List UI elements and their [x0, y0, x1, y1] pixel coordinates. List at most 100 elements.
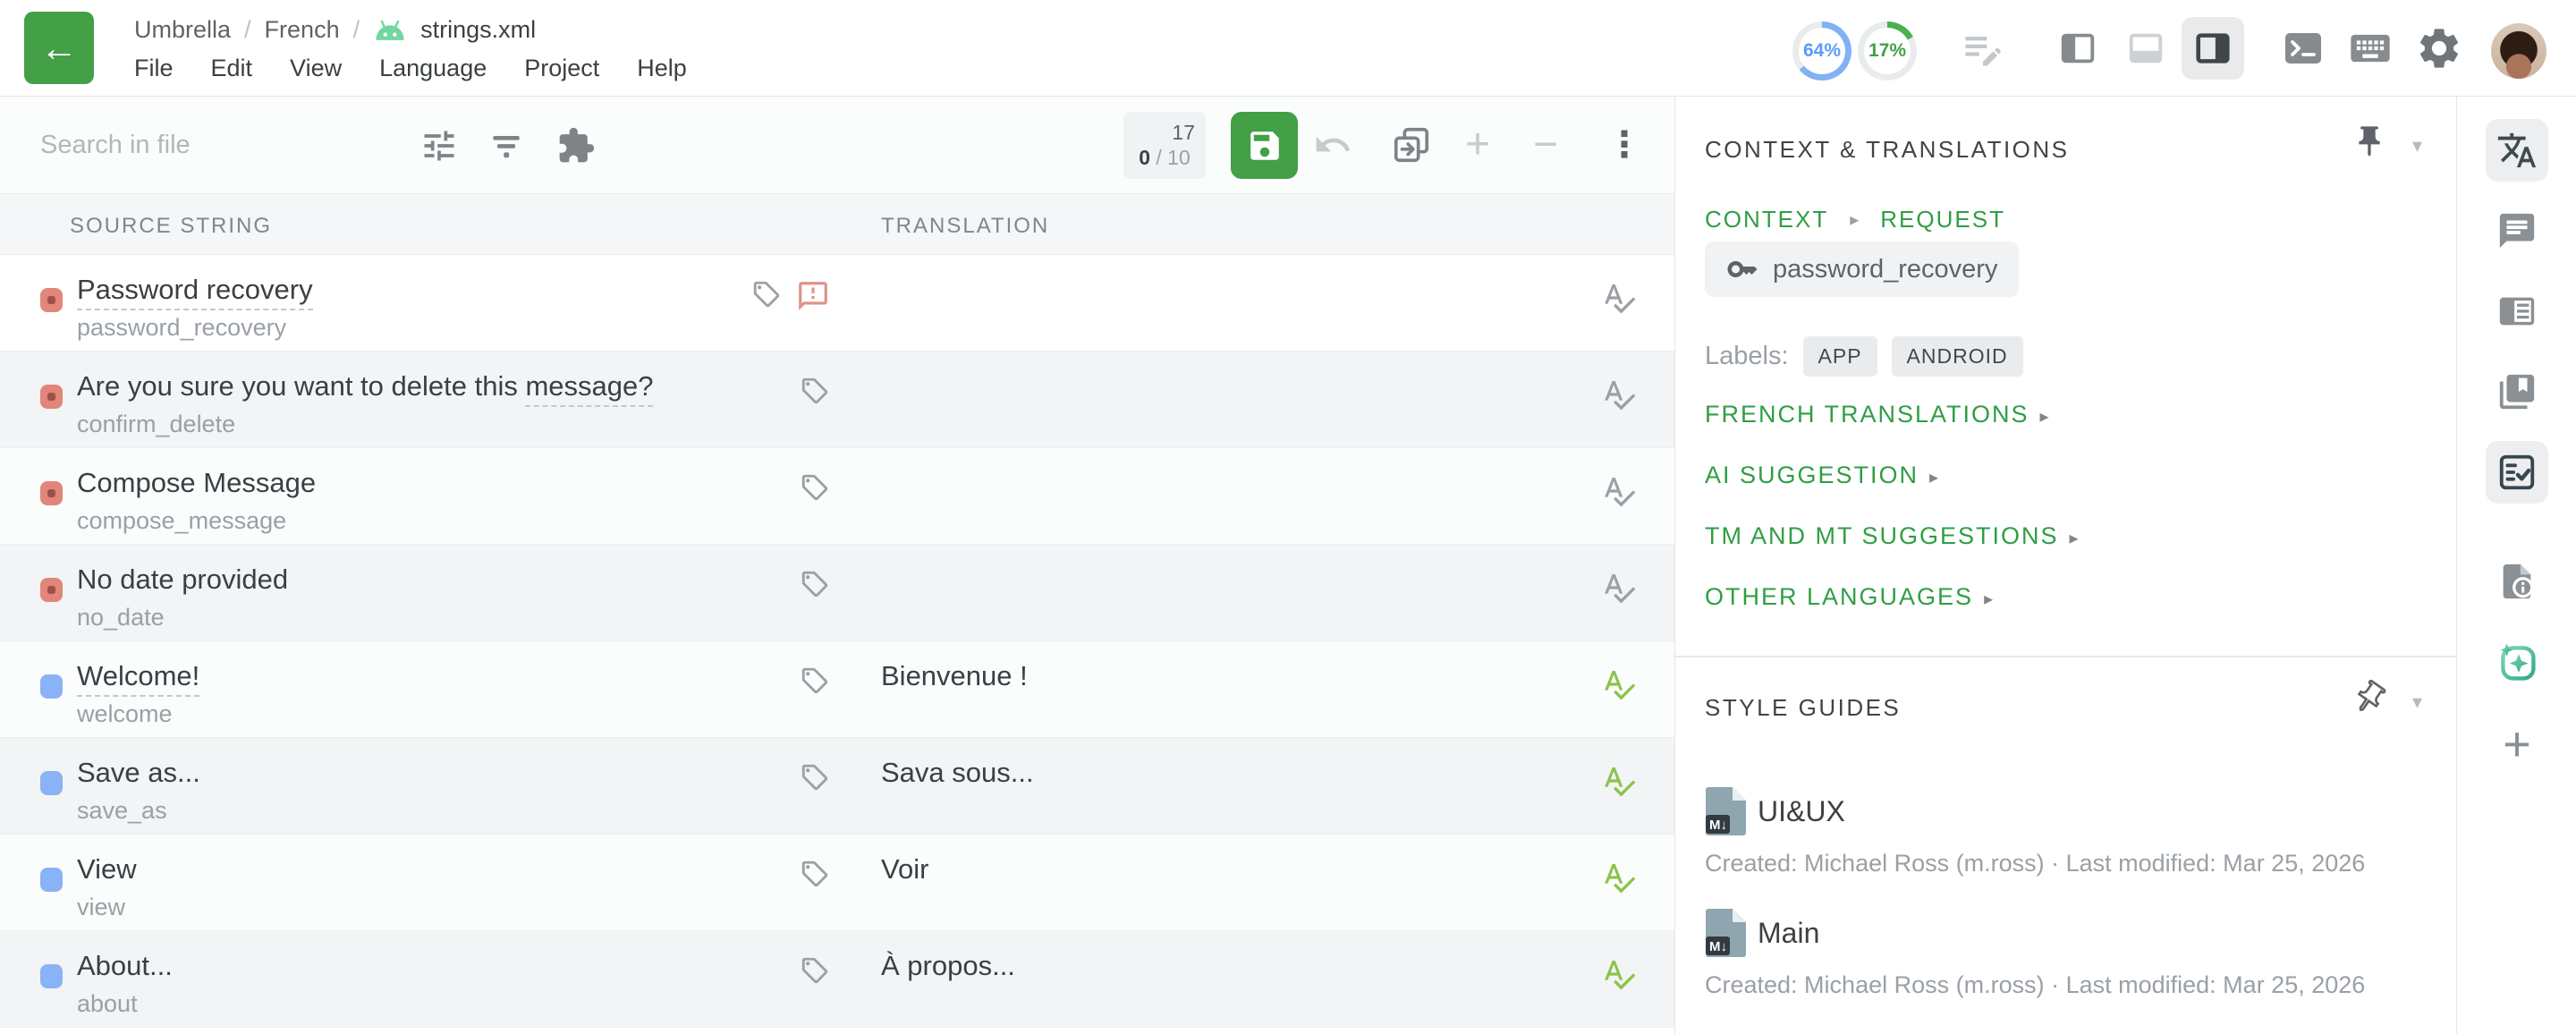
filter-icon[interactable]: [485, 124, 528, 167]
string-key-chip[interactable]: password_recovery: [1705, 242, 2019, 297]
apply-copy-button[interactable]: [1388, 122, 1435, 168]
chevron-down-icon[interactable]: ▾: [2412, 691, 2422, 714]
menu-view[interactable]: View: [290, 55, 342, 82]
tag-icon[interactable]: [800, 376, 830, 406]
status-bullet-translated: [40, 674, 63, 699]
menu-file[interactable]: File: [134, 55, 174, 82]
remove-row-button[interactable]: −: [1522, 122, 1569, 168]
table-row[interactable]: Save as... save_as Sava sous...: [0, 738, 1674, 835]
chevron-down-icon[interactable]: ▾: [2412, 134, 2422, 157]
panel-right-toggle-icon[interactable]: [2182, 0, 2244, 97]
tag-icon[interactable]: [800, 472, 830, 503]
kebab-icon: ⋮: [1606, 124, 1642, 165]
tune-sliders-icon[interactable]: [418, 124, 461, 167]
more-menu-button[interactable]: ⋮: [1601, 122, 1648, 168]
label-chip-android[interactable]: ANDROID: [1892, 336, 2023, 377]
style-guide-name[interactable]: UI&UX: [1758, 795, 1845, 828]
table-row[interactable]: No date provided no_date: [0, 545, 1674, 641]
panel-left-toggle-icon[interactable]: [2046, 0, 2109, 97]
settings-gear-icon[interactable]: [2408, 0, 2470, 97]
status-bullet-translated: [40, 868, 63, 892]
markdown-file-icon[interactable]: M↓: [1705, 909, 1746, 957]
glossary-books-icon[interactable]: [2486, 360, 2548, 423]
tag-icon[interactable]: [800, 762, 830, 792]
menu-project[interactable]: Project: [524, 55, 599, 82]
translation-cell[interactable]: Voir: [881, 853, 928, 886]
comment-alert-icon[interactable]: [796, 279, 830, 313]
spellcheck-icon[interactable]: [1601, 570, 1637, 606]
table-row[interactable]: Welcome! welcome Bienvenue !: [0, 641, 1674, 738]
pin-outline-icon[interactable]: [2351, 680, 2387, 716]
progress-ring-translated[interactable]: 17%: [1858, 21, 1917, 81]
table-row[interactable]: Password recovery password_recovery: [0, 255, 1674, 352]
table-row[interactable]: Compose Message compose_message: [0, 448, 1674, 545]
status-bullet-translated: [40, 964, 63, 988]
comments-icon[interactable]: [2486, 199, 2548, 262]
key-icon: [1726, 253, 1758, 285]
terminal-icon[interactable]: [2272, 0, 2334, 97]
translation-cell[interactable]: Sava sous...: [881, 757, 1034, 789]
tasks-checklist-icon[interactable]: [2486, 441, 2548, 504]
string-key: password_recovery: [77, 314, 286, 342]
spellcheck-icon[interactable]: [1601, 763, 1637, 799]
label-chip-app[interactable]: APP: [1803, 336, 1877, 377]
spellcheck-icon[interactable]: [1601, 280, 1637, 316]
source-string: No date provided: [77, 564, 288, 596]
tag-icon[interactable]: [800, 859, 830, 889]
ai-sparkle-icon[interactable]: [2486, 631, 2548, 693]
string-key: save_as: [77, 797, 167, 825]
progress-ring-source[interactable]: 64%: [1792, 21, 1852, 81]
spellcheck-icon[interactable]: [1601, 666, 1637, 702]
tag-icon[interactable]: [800, 665, 830, 696]
editor-toolbar: 17 0 / 10 + − ⋮: [0, 97, 1674, 194]
breadcrumb-separator: /: [353, 16, 360, 44]
save-button[interactable]: [1231, 112, 1298, 179]
section-ai-suggestion[interactable]: AI SUGGESTION▸: [1705, 462, 1940, 489]
menu-help[interactable]: Help: [637, 55, 687, 82]
markdown-file-icon[interactable]: M↓: [1705, 787, 1746, 835]
menu-edit[interactable]: Edit: [211, 55, 253, 82]
keyboard-icon[interactable]: [2339, 0, 2402, 97]
breadcrumb-file: strings.xml: [420, 16, 536, 44]
panel-bottom-toggle-icon[interactable]: [2114, 0, 2177, 97]
pin-icon[interactable]: [2351, 123, 2387, 159]
spellcheck-icon[interactable]: [1601, 377, 1637, 412]
table-row[interactable]: About... about À propos...: [0, 931, 1674, 1028]
chevron-right-icon: ▸: [1850, 208, 1859, 231]
tag-icon[interactable]: [800, 569, 830, 599]
search-input[interactable]: [40, 123, 380, 166]
tag-icon[interactable]: [751, 279, 782, 313]
tab-context[interactable]: CONTEXT: [1705, 206, 1828, 233]
file-info-icon[interactable]: [2486, 550, 2548, 613]
menu-bar: File Edit View Language Project Help: [134, 55, 687, 82]
draft-edit-icon[interactable]: [1952, 0, 2014, 97]
breadcrumb-language[interactable]: French: [265, 16, 340, 44]
section-french-translations[interactable]: FRENCH TRANSLATIONS▸: [1705, 401, 2051, 428]
table-row[interactable]: View view Voir: [0, 835, 1674, 931]
style-guide-name[interactable]: Main: [1758, 917, 1819, 950]
table-row[interactable]: Are you sure you want to delete this mes…: [0, 352, 1674, 448]
section-other-languages[interactable]: OTHER LANGUAGES▸: [1705, 583, 1995, 611]
add-new-icon[interactable]: +: [2486, 713, 2548, 776]
translation-cell[interactable]: Bienvenue !: [881, 660, 1028, 692]
string-key: compose_message: [77, 507, 286, 535]
extension-puzzle-icon[interactable]: [555, 124, 597, 167]
spellcheck-icon[interactable]: [1601, 956, 1637, 992]
reader-card-icon[interactable]: [2486, 280, 2548, 343]
string-key: no_date: [77, 604, 165, 631]
tab-request[interactable]: REQUEST: [1880, 206, 2005, 233]
translate-icon[interactable]: [2486, 119, 2548, 182]
counter-done: 0 / 10: [1134, 145, 1195, 170]
user-avatar[interactable]: [2491, 23, 2546, 79]
section-tm-mt-suggestions[interactable]: TM AND MT SUGGESTIONS▸: [1705, 522, 2080, 550]
breadcrumb-project[interactable]: Umbrella: [134, 16, 231, 44]
add-row-button[interactable]: +: [1454, 122, 1501, 168]
undo-button[interactable]: [1309, 122, 1356, 168]
back-button[interactable]: ←: [24, 12, 94, 84]
tag-icon[interactable]: [800, 955, 830, 986]
spellcheck-icon[interactable]: [1601, 860, 1637, 895]
menu-language[interactable]: Language: [379, 55, 487, 82]
string-key: view: [77, 894, 125, 921]
translation-cell[interactable]: À propos...: [881, 950, 1015, 982]
spellcheck-icon[interactable]: [1601, 473, 1637, 509]
